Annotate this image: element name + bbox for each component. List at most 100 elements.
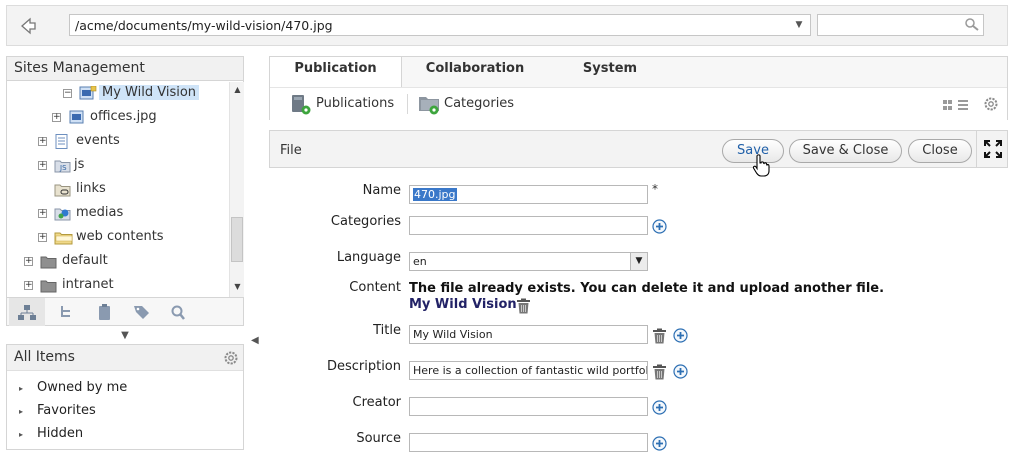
- categories-button[interactable]: Categories: [418, 92, 528, 116]
- address-path: /acme/documents/my-wild-vision/470.jpg: [75, 18, 333, 33]
- tab-clipboard[interactable]: [87, 298, 123, 326]
- content-file-link[interactable]: My Wild Vision: [409, 297, 517, 312]
- tree-node-label: intranet: [62, 277, 114, 292]
- address-bar: /acme/documents/my-wild-vision/470.jpg ▼: [6, 5, 1008, 46]
- collapse-arrow-icon[interactable]: ▼: [119, 330, 131, 341]
- divider: [976, 131, 977, 167]
- search-icon: [171, 305, 185, 320]
- plus-icon[interactable]: [673, 328, 688, 343]
- tab-collaboration[interactable]: Collaboration: [410, 57, 540, 87]
- plus-icon[interactable]: [652, 219, 667, 234]
- save-close-button[interactable]: Save & Close: [789, 139, 902, 163]
- file-form-header: File Save Save & Close Close: [269, 130, 1008, 168]
- list-item-label: Owned by me: [37, 380, 128, 395]
- content-message: The file already exists. You can delete …: [409, 281, 885, 296]
- plus-icon[interactable]: [652, 400, 667, 415]
- trash-icon[interactable]: [516, 298, 531, 314]
- categories-label: Categories: [330, 214, 401, 229]
- required-marker: *: [652, 182, 658, 196]
- site-tree: − My Wild Vision + offices.jpg + events …: [7, 82, 229, 297]
- bullet-arrow-icon: ▸: [19, 430, 24, 439]
- expand-toggle[interactable]: +: [24, 257, 33, 266]
- tree-node-label: links: [76, 181, 106, 196]
- language-select[interactable]: en ▼: [409, 252, 648, 271]
- divider: [407, 94, 408, 114]
- list-item-owned-by-me[interactable]: ▸ Owned by me: [19, 380, 127, 395]
- tree-node-label: default: [62, 253, 108, 268]
- list-item-favorites[interactable]: ▸ Favorites: [19, 403, 96, 418]
- folder-icon: [40, 278, 57, 293]
- description-field[interactable]: Here is a collection of fantastic wild p…: [409, 361, 648, 380]
- expand-toggle[interactable]: +: [38, 137, 47, 146]
- expand-toggle[interactable]: +: [38, 233, 47, 242]
- js-folder-icon: JS: [54, 158, 71, 173]
- chevron-down-icon[interactable]: ▼: [791, 17, 807, 33]
- title-value: My Wild Vision: [413, 328, 493, 341]
- language-value: en: [413, 255, 427, 268]
- splitter-collapse-icon[interactable]: ◀: [251, 335, 261, 349]
- plus-icon[interactable]: [673, 364, 688, 379]
- publications-button[interactable]: Publications: [290, 92, 398, 116]
- name-field[interactable]: 470.jpg: [409, 185, 648, 204]
- html-folder-icon: [54, 230, 73, 245]
- list-item-label: Favorites: [37, 403, 96, 418]
- hierarchy-icon: [61, 306, 70, 317]
- gear-icon[interactable]: [223, 350, 239, 366]
- medias-folder-icon: [54, 206, 71, 221]
- expand-toggle[interactable]: +: [52, 113, 61, 122]
- tab-tags[interactable]: [124, 298, 160, 326]
- chevron-down-icon[interactable]: ▼: [630, 253, 647, 270]
- search-input[interactable]: [817, 14, 984, 36]
- svg-text:JS: JS: [59, 164, 67, 172]
- tree-scrollbar[interactable]: ▲ ▼: [229, 82, 244, 297]
- trash-icon[interactable]: [652, 364, 667, 380]
- source-label: Source: [356, 431, 401, 446]
- expand-toggle[interactable]: +: [38, 209, 47, 218]
- gear-icon[interactable]: [983, 96, 999, 112]
- categories-field[interactable]: [409, 216, 648, 235]
- bullet-arrow-icon: ▸: [19, 384, 24, 393]
- fullscreen-icon[interactable]: [983, 139, 1003, 159]
- search-icon[interactable]: [964, 17, 980, 33]
- tab-navigation[interactable]: [48, 298, 84, 326]
- tab-site-tree[interactable]: [9, 298, 45, 326]
- description-label: Description: [326, 359, 401, 374]
- title-field[interactable]: My Wild Vision: [409, 325, 648, 344]
- tree-node-label: js: [74, 157, 85, 172]
- view-toggle-icon[interactable]: [943, 98, 969, 112]
- bullet-arrow-icon: ▸: [19, 407, 24, 416]
- source-field[interactable]: [409, 433, 648, 452]
- tab-publication[interactable]: Publication: [270, 57, 402, 87]
- categories-label: Categories: [444, 96, 515, 111]
- action-tabs-panel: Publication Collaboration System Publica…: [269, 56, 1008, 120]
- list-item-hidden[interactable]: ▸ Hidden: [19, 426, 83, 441]
- tab-system[interactable]: System: [550, 57, 670, 87]
- scroll-up-icon[interactable]: ▲: [230, 85, 245, 95]
- expand-toggle[interactable]: +: [24, 281, 33, 290]
- sitemap-icon: [18, 305, 36, 320]
- creator-label: Creator: [352, 395, 402, 410]
- scroll-down-icon[interactable]: ▼: [230, 282, 245, 292]
- description-value: Here is a collection of fantastic wild p…: [413, 364, 648, 377]
- plus-icon[interactable]: [652, 436, 667, 451]
- tree-node-label: events: [76, 133, 120, 148]
- all-items-panel: All Items ▸ Owned by me ▸ Favorites ▸ Hidde…: [6, 344, 244, 450]
- clipboard-icon: [99, 304, 110, 320]
- close-button[interactable]: Close: [908, 139, 972, 163]
- tab-actions-bar: Publications Categories: [270, 87, 1007, 120]
- folder-icon: [40, 254, 57, 269]
- publications-icon: [290, 92, 314, 116]
- scroll-thumb[interactable]: [231, 217, 243, 262]
- expand-toggle[interactable]: +: [38, 161, 47, 170]
- trash-icon[interactable]: [652, 328, 667, 344]
- tab-search[interactable]: [161, 298, 197, 326]
- creator-field[interactable]: [409, 397, 648, 416]
- collapse-toggle[interactable]: −: [63, 89, 72, 98]
- publications-label: Publications: [316, 96, 395, 111]
- address-input[interactable]: /acme/documents/my-wild-vision/470.jpg ▼: [69, 14, 811, 36]
- tree-node-label: web contents: [76, 229, 164, 244]
- back-arrow-icon[interactable]: [17, 15, 39, 37]
- form-title: File: [280, 143, 302, 158]
- tree-toolbar: [7, 297, 243, 326]
- panel-title: All Items: [14, 349, 75, 365]
